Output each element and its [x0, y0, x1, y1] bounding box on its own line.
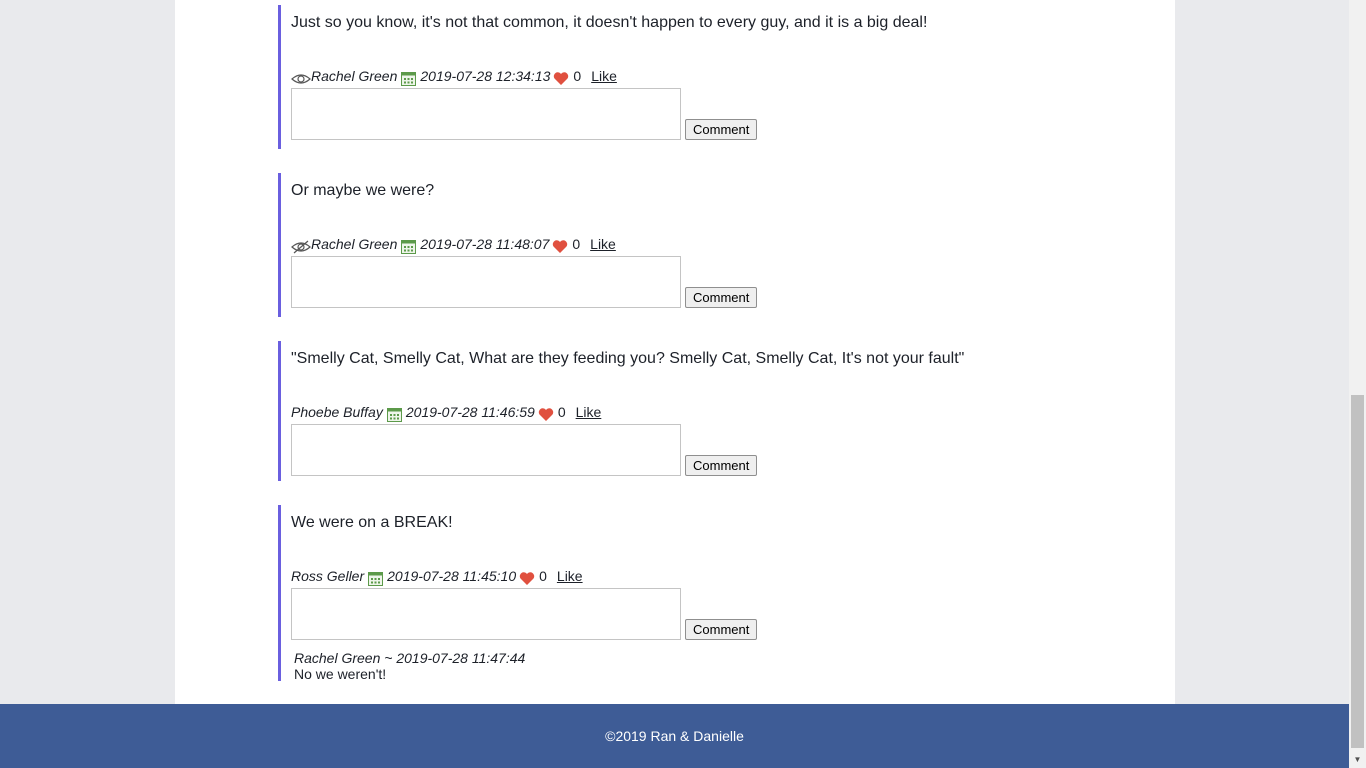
footer-copyright: ©2019 Ran & Danielle [605, 728, 744, 744]
reply: Rachel Green ~ 2019-07-28 11:47:44 No we… [291, 650, 998, 682]
post-author: Phoebe Buffay [291, 404, 383, 420]
comment-button[interactable]: Comment [685, 287, 758, 308]
post: Or maybe we were? Rachel Green 2019-07-2… [278, 173, 998, 317]
scroll-down-arrow-icon[interactable]: ▼ [1349, 751, 1366, 768]
vertical-scrollbar[interactable]: ▼ [1349, 0, 1366, 768]
post-meta: Ross Geller 2019-07-28 11:45:10 0 Like [291, 566, 998, 586]
post-text: Just so you know, it's not that common, … [291, 14, 928, 31]
post-author: Rachel Green [311, 236, 398, 252]
eye-icon [291, 72, 311, 86]
post-author: Ross Geller [291, 568, 365, 584]
comment-input[interactable] [291, 588, 681, 640]
post-date: 2019-07-28 11:46:59 [405, 404, 535, 420]
like-link[interactable]: Like [591, 66, 617, 86]
post-date: 2019-07-28 11:45:10 [387, 568, 517, 584]
comment-input[interactable] [291, 256, 681, 308]
comment-input[interactable] [291, 88, 681, 140]
eye-slash-icon [291, 240, 311, 254]
comment-input[interactable] [291, 424, 681, 476]
heart-icon[interactable] [519, 571, 535, 586]
scrollbar-thumb[interactable] [1351, 395, 1364, 748]
post: Just so you know, it's not that common, … [278, 5, 998, 149]
comment-row: Comment [291, 88, 998, 140]
post-meta: Rachel Green 2019-07-28 11:48:07 0 Like [291, 234, 998, 254]
like-count: 0 [557, 404, 566, 420]
calendar-icon [401, 240, 417, 254]
calendar-icon [386, 408, 402, 422]
calendar-icon [368, 572, 384, 586]
like-count: 0 [572, 236, 581, 252]
comment-row: Comment [291, 588, 998, 640]
like-link[interactable]: Like [576, 402, 602, 422]
comment-button[interactable]: Comment [685, 119, 758, 140]
heart-icon[interactable] [538, 407, 554, 422]
post-text: Or maybe we were? [291, 182, 435, 199]
like-count: 0 [539, 568, 547, 584]
reply-meta: Rachel Green ~ 2019-07-28 11:47:44 [294, 650, 526, 666]
comment-button[interactable]: Comment [685, 455, 758, 476]
post-date: 2019-07-28 11:48:07 [420, 236, 550, 252]
post-text: We were on a BREAK! [291, 514, 453, 531]
comment-row: Comment [291, 424, 998, 476]
comment-row: Comment [291, 256, 998, 308]
like-link[interactable]: Like [557, 566, 583, 586]
post: We were on a BREAK! Ross Geller 2019-07-… [278, 505, 998, 682]
reply-text: No we weren't! [294, 666, 387, 682]
post-meta: Rachel Green 2019-07-28 12:34:13 0 Like [291, 66, 998, 86]
post: "Smelly Cat, Smelly Cat, What are they f… [278, 341, 998, 481]
main-content: Just so you know, it's not that common, … [175, 0, 1175, 704]
page-footer: ©2019 Ran & Danielle [0, 704, 1349, 768]
comment-button[interactable]: Comment [685, 619, 758, 640]
heart-icon[interactable] [553, 71, 569, 86]
like-count: 0 [573, 68, 582, 84]
like-link[interactable]: Like [590, 234, 616, 254]
post-author: Rachel Green [311, 68, 398, 84]
heart-icon[interactable] [552, 239, 568, 254]
post-date: 2019-07-28 12:34:13 [420, 68, 551, 84]
calendar-icon [401, 72, 417, 86]
post-text: "Smelly Cat, Smelly Cat, What are they f… [291, 350, 965, 367]
post-meta: Phoebe Buffay 2019-07-28 11:46:59 0 Like [291, 402, 998, 422]
